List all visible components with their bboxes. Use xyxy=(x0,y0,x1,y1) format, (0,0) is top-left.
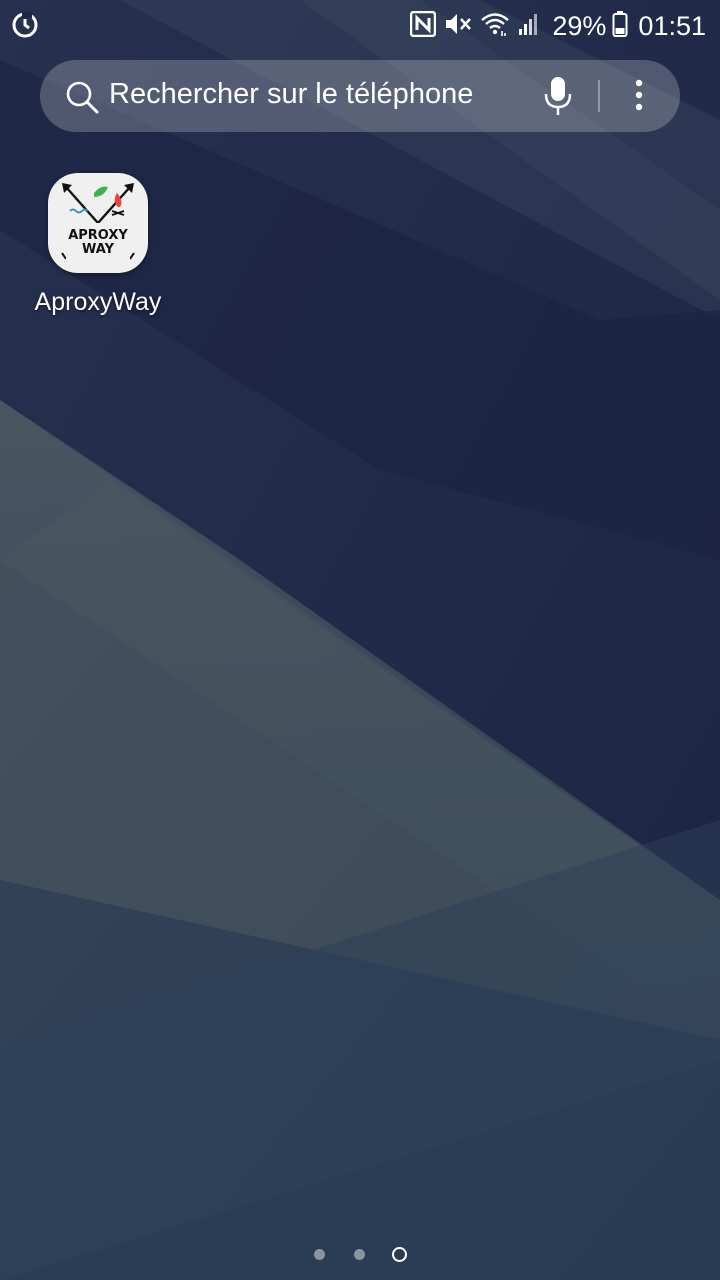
page-dot-2[interactable] xyxy=(354,1249,365,1260)
app-icon-aproxyway[interactable]: APROXY WAY AproxyWay xyxy=(35,170,161,320)
logo-text-way: WAY xyxy=(82,242,115,257)
page-indicator xyxy=(0,1244,720,1266)
battery-icon xyxy=(612,10,628,43)
logo-text-aproxy: APROXY xyxy=(68,228,128,243)
mute-icon xyxy=(444,11,472,42)
more-vertical-icon[interactable] xyxy=(630,78,648,119)
search-divider xyxy=(598,80,600,112)
mic-icon[interactable] xyxy=(540,74,576,123)
signal-icon xyxy=(518,11,540,42)
page-dot-1[interactable] xyxy=(314,1249,325,1260)
search-bar[interactable]: Rechercher sur le téléphone xyxy=(40,60,680,132)
sync-icon xyxy=(10,10,40,40)
status-bar: 29% 01:51 xyxy=(0,0,720,52)
app-label: AproxyWay xyxy=(34,288,162,316)
wifi-icon xyxy=(480,11,510,42)
nfc-icon xyxy=(410,10,437,42)
battery-percent: 29% xyxy=(552,10,607,41)
status-icons: 29% 01:51 xyxy=(410,6,706,46)
search-input[interactable]: Rechercher sur le téléphone xyxy=(109,78,473,111)
clock: 01:51 xyxy=(638,10,706,41)
page-dot-current[interactable] xyxy=(392,1247,407,1262)
search-icon xyxy=(64,79,100,120)
aproxyway-logo: APROXY WAY xyxy=(48,173,148,273)
